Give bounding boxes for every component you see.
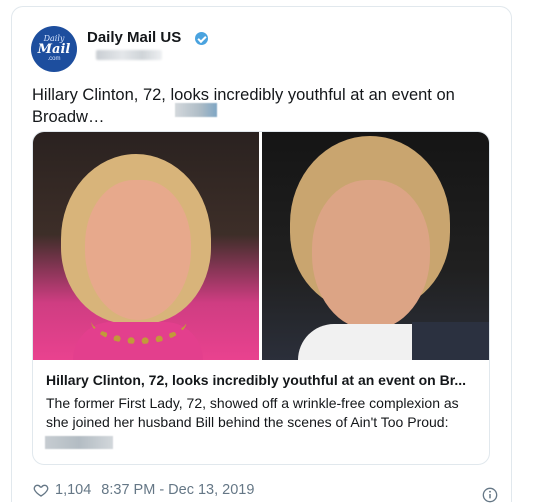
tweet-link-redacted: [175, 103, 217, 117]
card-domain-redacted: [45, 436, 113, 449]
card-image-right: [262, 132, 489, 360]
avatar-logo-text-bottom: .com: [47, 56, 61, 62]
timestamp[interactable]: 8:37 PM - Dec 13, 2019: [101, 482, 254, 498]
verified-badge-icon: [195, 32, 208, 45]
photo-necklace: [91, 297, 187, 344]
avatar-logo-text-main: Mail: [37, 42, 71, 57]
account-name[interactable]: Daily Mail US: [87, 29, 181, 46]
heart-icon[interactable]: [33, 482, 49, 498]
card-title[interactable]: Hillary Clinton, 72, looks incredibly yo…: [46, 372, 476, 388]
card-description: The former First Lady, 72, showed off a …: [46, 395, 459, 430]
tweet-footer: 1,104 8:37 PM - Dec 13, 2019: [33, 482, 254, 498]
tweet-text: Hillary Clinton, 72, looks incredibly yo…: [32, 86, 455, 126]
photo-face: [312, 180, 430, 330]
avatar[interactable]: Daily Mail .com: [31, 26, 77, 72]
photo-jacket: [412, 322, 489, 360]
like-count[interactable]: 1,104: [55, 482, 91, 498]
tweet-card[interactable]: Daily Mail .com Daily Mail US Hillary Cl…: [11, 6, 512, 503]
account-handle-redacted: [96, 50, 162, 60]
card-image-left: [33, 132, 259, 360]
link-preview-card[interactable]: Hillary Clinton, 72, looks incredibly yo…: [32, 131, 490, 465]
